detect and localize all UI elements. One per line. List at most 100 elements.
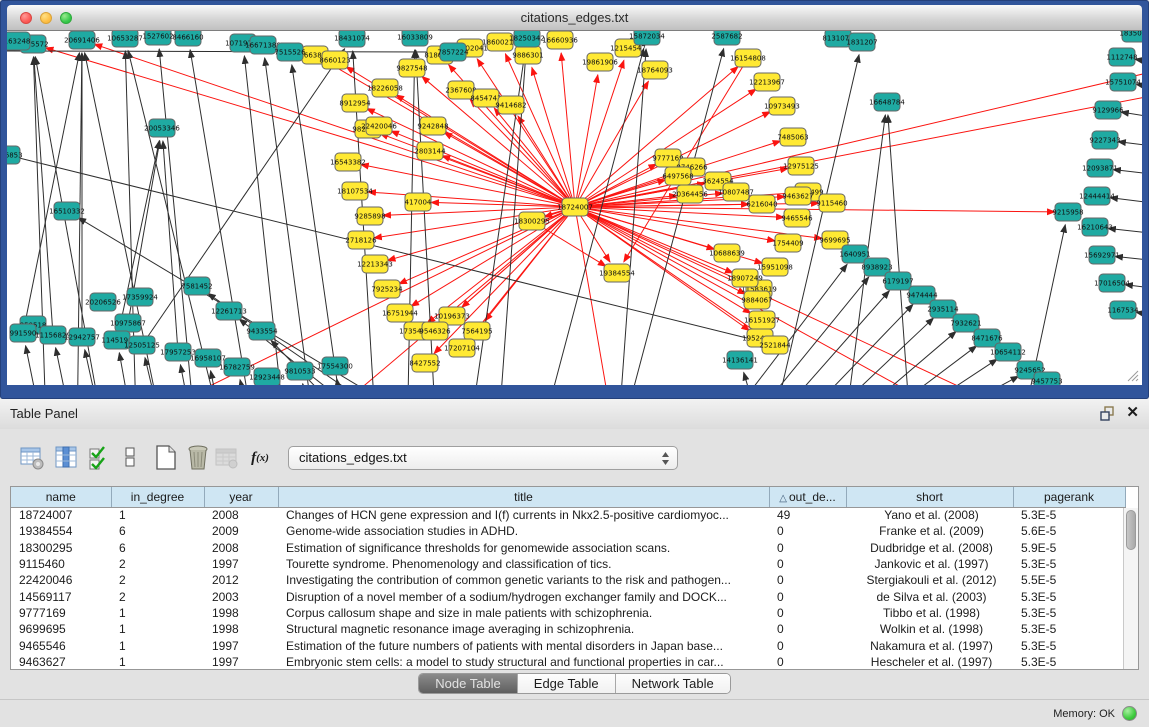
rows-icon[interactable] (116, 443, 144, 473)
table-cell[interactable]: 5.3E-5 (1013, 621, 1125, 637)
table-cell[interactable]: 18724007 (11, 507, 111, 523)
new-column-icon[interactable] (152, 443, 180, 473)
close-panel-icon[interactable]: ✕ (1126, 405, 1139, 421)
network-node[interactable]: 9810533 (284, 362, 315, 380)
table-cell[interactable]: Jankovic et al. (1997) (846, 556, 1013, 572)
table-cell[interactable]: de Silva et al. (2003) (846, 588, 1013, 604)
network-node[interactable]: 20206526 (85, 293, 121, 311)
delete-column-icon[interactable] (184, 443, 212, 473)
column-header-out_de[interactable]: △out_de... (769, 487, 846, 507)
network-node[interactable]: 10973493 (764, 97, 800, 115)
network-node[interactable]: 18226058 (367, 79, 403, 97)
network-node[interactable]: 12261713 (211, 302, 247, 320)
table-cell[interactable]: Investigating the contribution of common… (278, 572, 769, 588)
network-node[interactable]: 17207104 (444, 339, 480, 357)
table-cell[interactable]: 14569117 (11, 588, 111, 604)
table-cell[interactable]: 1 (111, 507, 204, 523)
network-node[interactable]: 417004 (405, 193, 432, 211)
network-node[interactable]: 12213967 (749, 73, 785, 91)
tab-node-table[interactable]: Node Table (419, 674, 518, 693)
table-cell[interactable]: 5.3E-5 (1013, 507, 1125, 523)
network-node[interactable]: 2587682 (711, 31, 742, 45)
table-cell[interactable]: 1 (111, 637, 204, 653)
table-cell[interactable]: 1 (111, 621, 204, 637)
network-node[interactable]: 18250342 (509, 31, 545, 47)
table-cell[interactable]: 9115460 (11, 556, 111, 572)
table-cell[interactable]: 1998 (204, 605, 278, 621)
network-node[interactable]: 1754409 (772, 234, 803, 252)
network-node[interactable]: 1296853 (7, 146, 23, 164)
function-builder-icon[interactable]: f(x) (246, 443, 274, 473)
table-cell[interactable]: 6 (111, 540, 204, 556)
network-node[interactable]: 9463627 (782, 187, 813, 205)
table-cell[interactable]: 49 (769, 507, 846, 523)
network-node[interactable]: 16660936 (542, 31, 578, 49)
table-row[interactable]: 911546021997Tourette syndrome. Phenomeno… (11, 556, 1125, 572)
table-cell[interactable]: 0 (769, 523, 846, 539)
table-cell[interactable]: 0 (769, 588, 846, 604)
table-cell[interactable]: Dudbridge et al. (2008) (846, 540, 1013, 556)
network-node[interactable]: 18107534 (337, 182, 373, 200)
network-node[interactable]: 10688639 (709, 244, 745, 262)
network-node[interactable]: 18764093 (637, 61, 673, 79)
table-cell[interactable]: 5.3E-5 (1013, 654, 1125, 670)
network-node[interactable]: 9546326 (419, 322, 451, 340)
table-cell[interactable]: 2009 (204, 523, 278, 539)
table-cell[interactable]: 5.3E-5 (1013, 588, 1125, 604)
network-node[interactable]: 16033809 (397, 31, 433, 46)
tab-network-table[interactable]: Network Table (616, 674, 730, 693)
network-node[interactable]: 17359924 (122, 288, 158, 306)
network-node[interactable]: 1112748 (1106, 48, 1137, 66)
network-node[interactable]: 18300295 (514, 212, 550, 230)
network-canvas[interactable]: 1872400789129549827503165433821810753492… (7, 31, 1142, 385)
table-cell[interactable]: Changes of HCN gene expression and I(f) … (278, 507, 769, 523)
table-cell[interactable]: 2003 (204, 588, 278, 604)
network-node[interactable]: 16151927 (744, 311, 780, 329)
table-cell[interactable]: 6 (111, 523, 204, 539)
table-cell[interactable]: 1 (111, 654, 204, 670)
network-node[interactable]: 16751944 (382, 304, 418, 322)
table-cell[interactable]: 5.3E-5 (1013, 556, 1125, 572)
network-node[interactable]: 10807487 (718, 183, 754, 201)
network-node[interactable]: 9414682 (495, 96, 526, 114)
column-header-year[interactable]: year (204, 487, 278, 507)
table-cell[interactable]: 0 (769, 637, 846, 653)
table-cell[interactable]: 0 (769, 572, 846, 588)
window-titlebar[interactable]: citations_edges.txt (7, 5, 1142, 31)
table-cell[interactable]: 9465546 (11, 637, 111, 653)
network-node[interactable]: 8427552 (409, 354, 440, 372)
table-scrollbar[interactable] (1123, 508, 1138, 669)
network-node[interactable]: 9433554 (246, 322, 278, 340)
table-cell[interactable]: Embryonic stem cells: a model to study s… (278, 654, 769, 670)
table-cell[interactable]: Disruption of a novel member of a sodium… (278, 588, 769, 604)
network-node[interactable]: 15951098 (757, 258, 793, 276)
network-node[interactable]: 9285898 (354, 207, 385, 225)
network-node[interactable]: 10653287 (107, 31, 143, 47)
table-cell[interactable]: 1997 (204, 654, 278, 670)
network-node[interactable]: 12213343 (357, 255, 393, 273)
zoom-window-button[interactable] (60, 12, 72, 24)
column-header-in_degree[interactable]: in_degree (111, 487, 204, 507)
table-cell[interactable]: 1 (111, 605, 204, 621)
table-row[interactable]: 977716911998Corpus callosum shape and si… (11, 605, 1125, 621)
table-cell[interactable]: Corpus callosum shape and size in male p… (278, 605, 769, 621)
network-node[interactable]: 10654112 (990, 343, 1026, 361)
network-node[interactable]: 20053346 (144, 119, 180, 137)
network-node[interactable]: 6179197 (882, 272, 913, 290)
table-row[interactable]: 1456911722003Disruption of a novel membe… (11, 588, 1125, 604)
network-node[interactable]: 10975867 (110, 314, 146, 332)
network-node[interactable]: 2521844 (759, 336, 791, 354)
network-node[interactable]: 1835021 (1119, 31, 1142, 42)
table-cell[interactable]: Genome-wide association studies in ADHD. (278, 523, 769, 539)
table-cell[interactable]: 1997 (204, 556, 278, 572)
table-cell[interactable]: 5.9E-5 (1013, 540, 1125, 556)
table-cell[interactable]: Structural magnetic resonance image aver… (278, 621, 769, 637)
network-node[interactable]: 14136141 (722, 351, 758, 369)
table-cell[interactable]: Tourette syndrome. Phenomenology and cla… (278, 556, 769, 572)
network-node[interactable]: 2803144 (414, 142, 446, 160)
network-node[interactable]: 15692971 (1084, 246, 1120, 264)
show-column-icon[interactable] (53, 443, 81, 473)
network-node[interactable]: 7857224 (437, 43, 469, 61)
table-cell[interactable]: Tibbo et al. (1998) (846, 605, 1013, 621)
column-header-short[interactable]: short (846, 487, 1013, 507)
